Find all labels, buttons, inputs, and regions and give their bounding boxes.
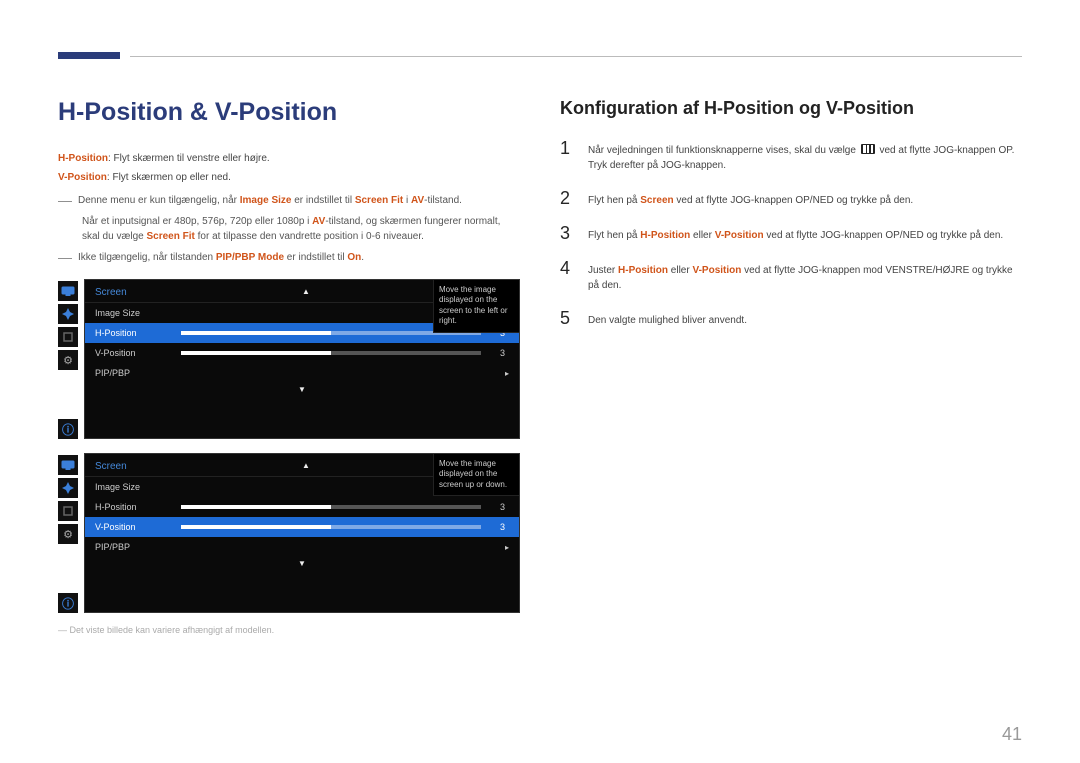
info-icon[interactable]: ⓘ <box>58 419 78 439</box>
osd-row-hposition[interactable]: H-Position 3 <box>85 497 519 517</box>
step-list: 1 Når vejledningen til funktionsknapperne… <box>560 139 1022 328</box>
accent-term: V-Position <box>715 230 764 241</box>
nav-cross-icon[interactable] <box>58 478 78 498</box>
hposition-desc: H-Position: Flyt skærmen til venstre ell… <box>58 151 520 166</box>
caret-down-icon[interactable]: ▼ <box>85 383 519 399</box>
config-title: Konfiguration af H-Position og V-Positio… <box>560 98 1022 119</box>
note-1: ― Denne menu er kun tilgængelig, når Ima… <box>58 193 520 208</box>
dash-icon: ― <box>58 250 72 265</box>
osd-sidebar: ⚙ ⓘ <box>58 279 78 439</box>
accent-term: Screen <box>640 195 673 206</box>
note-2: ― Ikke tilgængelig, når tilstanden PIP/P… <box>58 250 520 265</box>
step-number: 4 <box>560 259 574 293</box>
accent-term: H-Position <box>640 230 690 241</box>
step: 1 Når vejledningen til funktionsknapperne… <box>560 139 1022 173</box>
square-icon[interactable] <box>58 327 78 347</box>
osd-row-pip[interactable]: PIP/PBP ▸ <box>85 537 519 557</box>
step-text: Flyt hen på Screen ved at flytte JOG-kna… <box>588 189 913 208</box>
jog-menu-icon <box>861 144 875 154</box>
step: 5 Den valgte mulighed bliver anvendt. <box>560 309 1022 328</box>
right-column: Konfiguration af H-Position og V-Positio… <box>560 98 1022 635</box>
step-number: 1 <box>560 139 574 173</box>
accent-term: V-Position <box>692 265 741 276</box>
gear-icon[interactable]: ⚙ <box>58 524 78 544</box>
info-icon[interactable]: ⓘ <box>58 593 78 613</box>
square-icon[interactable] <box>58 501 78 521</box>
slider-bar[interactable] <box>181 505 481 509</box>
nav-cross-icon[interactable] <box>58 304 78 324</box>
osd-tooltip: Move the image displayed on the screen u… <box>433 454 519 496</box>
step: 4 Juster H-Position eller V-Position ved … <box>560 259 1022 293</box>
step-number: 5 <box>560 309 574 328</box>
osd-row-pip[interactable]: PIP/PBP ▸ <box>85 363 519 383</box>
step-text: Når vejledningen til funktionsknapperne … <box>588 139 1022 173</box>
monitor-icon[interactable] <box>58 281 78 301</box>
section-title: H-Position & V-Position <box>58 98 520 127</box>
slider-bar[interactable] <box>181 525 481 529</box>
caret-up-icon[interactable]: ▲ <box>302 287 310 296</box>
osd-panel: Screen ▲ Image Size Screen Fit H-Positio… <box>84 453 520 613</box>
chevron-right-icon: ▸ <box>505 369 509 378</box>
header-divider <box>130 56 1022 57</box>
left-column: H-Position & V-Position H-Position: Flyt… <box>58 98 520 635</box>
step-text: Flyt hen på H-Position eller V-Position … <box>588 224 1003 243</box>
vposition-label: V-Position <box>58 172 107 183</box>
page-number: 41 <box>1002 724 1022 745</box>
osd-sidebar: ⚙ ⓘ <box>58 453 78 613</box>
step-text: Den valgte mulighed bliver anvendt. <box>588 309 747 328</box>
model-footnote: Det viste billede kan variere afhængigt … <box>58 625 520 635</box>
hposition-label: H-Position <box>58 153 108 164</box>
osd-panel: Screen ▲ Image Size Screen Fit H-Positio… <box>84 279 520 439</box>
step: 2 Flyt hen på Screen ved at flytte JOG-kn… <box>560 189 1022 208</box>
step-number: 3 <box>560 224 574 243</box>
osd-menu-vposition: ⚙ ⓘ Screen ▲ Image Size Screen Fit H-Pos… <box>58 453 520 613</box>
caret-down-icon[interactable]: ▼ <box>85 557 519 573</box>
osd-row-vposition[interactable]: V-Position 3 <box>85 517 519 537</box>
osd-row-vposition[interactable]: V-Position 3 <box>85 343 519 363</box>
osd-tooltip: Move the image displayed on the screen t… <box>433 280 519 333</box>
note-1-sub: Når et inputsignal er 480p, 576p, 720p e… <box>82 214 520 244</box>
osd-menu-hposition: ⚙ ⓘ Screen ▲ Image Size Screen Fit H-Pos… <box>58 279 520 439</box>
step-number: 2 <box>560 189 574 208</box>
step: 3 Flyt hen på H-Position eller V-Position… <box>560 224 1022 243</box>
monitor-icon[interactable] <box>58 455 78 475</box>
dash-icon: ― <box>58 193 72 208</box>
header-accent-bar <box>58 52 120 59</box>
vposition-desc: V-Position: Flyt skærmen op eller ned. <box>58 170 520 185</box>
gear-icon[interactable]: ⚙ <box>58 350 78 370</box>
slider-bar[interactable] <box>181 351 481 355</box>
accent-term: H-Position <box>618 265 668 276</box>
caret-up-icon[interactable]: ▲ <box>302 461 310 470</box>
chevron-right-icon: ▸ <box>505 543 509 552</box>
step-text: Juster H-Position eller V-Position ved a… <box>588 259 1022 293</box>
